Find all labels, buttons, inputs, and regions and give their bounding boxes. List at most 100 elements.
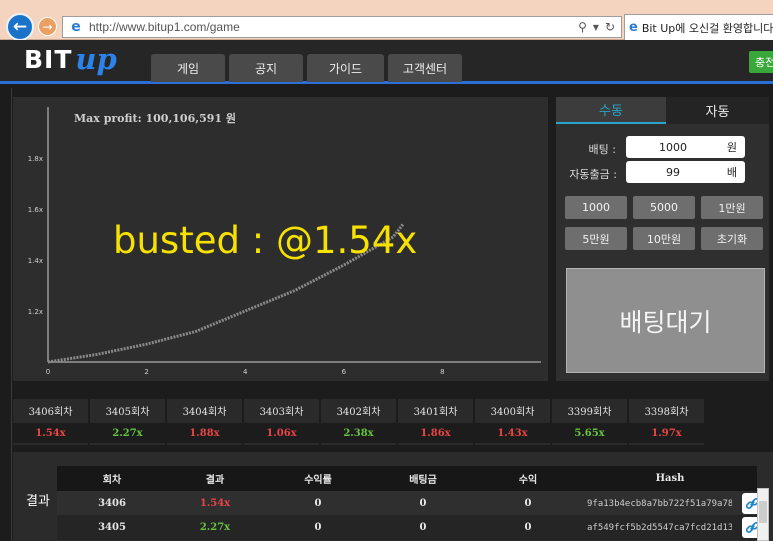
- col-rate: 수익률: [304, 475, 332, 486]
- row-bet: 0: [419, 498, 427, 509]
- table-row: 3405 2.27x 0 0 0 af549fcf5b2d5547ca7fcd2…: [57, 515, 763, 540]
- history-round: 3406회차: [28, 407, 73, 418]
- row-profit: 0: [524, 498, 532, 509]
- history-card: 3399회차 5.65x: [552, 399, 627, 445]
- auto-cashout-value: 99: [666, 165, 680, 179]
- back-button[interactable]: ←: [6, 13, 34, 41]
- reset-button[interactable]: 초기화: [701, 227, 763, 250]
- game-chart-panel: 0 2 4 6 8 1.2x 1.4x 1.6x 1.8x Max profit: 100,10…: [13, 97, 548, 381]
- history-round: 3403회차: [259, 407, 304, 418]
- scrollbar-thumb[interactable]: [759, 501, 767, 523]
- history-round: 3399회차: [567, 407, 612, 418]
- row-round: 3405: [98, 522, 126, 533]
- forward-button[interactable]: →: [38, 17, 57, 36]
- dropdown-icon[interactable]: ▾: [593, 20, 599, 34]
- bet-amount-value: 1000: [659, 140, 687, 154]
- table-row: 3406 1.54x 0 0 0 9fa13b4ecb8a7bb722f51a7…: [57, 491, 763, 516]
- content-divider: [11, 88, 12, 541]
- history-card: 3398회차 1.97x: [629, 399, 704, 445]
- results-side-label: 결과: [25, 494, 51, 541]
- refresh-icon[interactable]: ↻: [605, 20, 615, 34]
- y-tick-label: 1.2x: [28, 308, 43, 316]
- tab-manual[interactable]: 수동: [556, 97, 666, 124]
- row-result: 1.54x: [199, 498, 231, 509]
- tab-auto[interactable]: 자동: [666, 97, 769, 124]
- chip-50k[interactable]: 5만원: [565, 227, 627, 250]
- browser-toolbar: ← → e http://www.bitup1.com/game ⚲ ▾ ↻ e…: [0, 0, 773, 41]
- url-text[interactable]: http://www.bitup1.com/game: [89, 20, 578, 34]
- max-profit-text: Max profit: 100,106,591 원: [74, 112, 236, 125]
- history-round: 3400회차: [490, 407, 535, 418]
- arrow-right-icon: →: [42, 19, 53, 34]
- auto-cashout-input[interactable]: 99 배: [626, 161, 745, 183]
- x-tick-label: 8: [440, 368, 444, 376]
- nav-tab-guide[interactable]: 가이드: [307, 54, 384, 82]
- history-card: 3403회차 1.06x: [244, 399, 319, 445]
- history-card: 3405회차 2.27x: [90, 399, 165, 445]
- auto-cashout-label: 자동출금 :: [569, 168, 617, 181]
- address-bar[interactable]: e http://www.bitup1.com/game ⚲ ▾ ↻: [62, 16, 622, 38]
- history-card: 3402회차 2.38x: [321, 399, 396, 445]
- chip-5000[interactable]: 5000: [633, 196, 695, 219]
- row-hash: 9fa13b4ecb8a7bb722f51a79a78b: [587, 498, 732, 509]
- history-round: 3404회차: [182, 407, 227, 418]
- logo-bit-text: BIT: [24, 45, 73, 74]
- col-round: 회차: [102, 475, 122, 486]
- history-multiplier: 2.27x: [90, 423, 165, 443]
- browser-tab[interactable]: e Bit Up에 오신걸 환영합니다. S: [624, 14, 773, 40]
- history-multiplier: 1.86x: [398, 423, 473, 443]
- site-header: BIT up 게임 공지 가이드 고객센터 충전: [0, 40, 773, 84]
- history-round: 3398회차: [644, 407, 689, 418]
- history-multiplier: 5.65x: [552, 423, 627, 443]
- bet-amount-label: 배팅 :: [588, 143, 616, 156]
- history-multiplier: 1.06x: [244, 423, 319, 443]
- history-multiplier: 1.43x: [475, 423, 550, 443]
- nav-tab-notice[interactable]: 공지: [229, 54, 303, 82]
- chip-10k[interactable]: 1만원: [701, 196, 763, 219]
- table-header: 회차 결과 수익률 배팅금 수익 Hash: [57, 466, 757, 491]
- results-panel: 결과 회차 결과 수익률 배팅금 수익 Hash 3406 1.54x 0 0 …: [13, 452, 773, 541]
- charge-button[interactable]: 충전: [749, 51, 773, 73]
- row-result: 2.27x: [199, 522, 231, 533]
- history-card: 3400회차 1.43x: [475, 399, 550, 445]
- row-hash: af549fcf5b2d5547ca7fcd21d1383: [587, 522, 732, 533]
- col-profit: 수익: [518, 475, 538, 486]
- x-tick-label: 4: [243, 368, 248, 376]
- round-history: 3406회차 1.54x 3405회차 2.27x 3404회차 1.88x 3403회차 1…: [13, 399, 713, 445]
- arrow-left-icon: ←: [12, 17, 28, 37]
- row-round: 3406: [98, 498, 126, 509]
- bet-amount-unit: 원: [726, 141, 737, 154]
- row-hash-cell: 9fa13b4ecb8a7bb722f51a79a78b: [583, 491, 757, 516]
- history-multiplier: 1.88x: [167, 423, 242, 443]
- ie-logo-icon: e: [71, 19, 81, 35]
- site-logo[interactable]: BIT up: [24, 42, 117, 76]
- page-scrollbar[interactable]: [757, 488, 769, 541]
- bet-panel: 수동 자동 배팅 : 1000 원 자동출금 : 99 배 1000 5000 …: [556, 97, 769, 381]
- col-bet: 배팅금: [409, 475, 437, 486]
- chip-100k[interactable]: 10만원: [633, 227, 695, 250]
- history-card: 3401회차 1.86x: [398, 399, 473, 445]
- history-card: 3404회차 1.88x: [167, 399, 242, 445]
- chip-1000[interactable]: 1000: [565, 196, 627, 219]
- mode-tabs: 수동 자동: [556, 97, 769, 124]
- search-icon[interactable]: ⚲: [578, 20, 587, 34]
- logo-up-text: up: [75, 42, 117, 76]
- nav-tab-support[interactable]: 고객센터: [388, 54, 462, 82]
- x-tick-label: 6: [342, 368, 347, 376]
- history-round: 3401회차: [413, 407, 458, 418]
- tab-title: Bit Up에 오신걸 환영합니다. S: [641, 21, 773, 35]
- bet-amount-input[interactable]: 1000 원: [626, 136, 745, 158]
- nav-tab-game[interactable]: 게임: [151, 54, 225, 82]
- history-round: 3402회차: [336, 407, 381, 418]
- row-profit: 0: [524, 522, 532, 533]
- col-hash: Hash: [655, 473, 685, 484]
- bet-wait-button[interactable]: 배팅대기: [566, 268, 765, 373]
- history-round: 3405회차: [105, 407, 150, 418]
- y-tick-label: 1.4x: [28, 257, 43, 265]
- history-card: 3406회차 1.54x: [13, 399, 88, 445]
- row-rate: 0: [314, 522, 322, 533]
- x-tick-label: 0: [46, 368, 50, 376]
- col-result: 결과: [205, 475, 225, 486]
- x-tick-label: 2: [144, 368, 148, 376]
- history-multiplier: 2.38x: [321, 423, 396, 443]
